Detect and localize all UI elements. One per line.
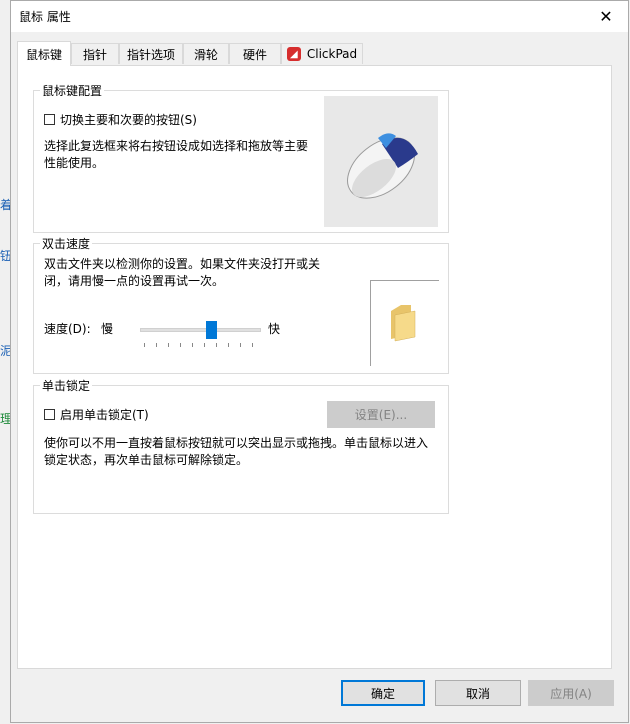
- group-title: 鼠标键配置: [40, 82, 105, 99]
- slider-tick: [240, 343, 241, 347]
- edge-char-1: 着: [0, 198, 10, 212]
- window-title: 鼠标 属性: [19, 10, 71, 24]
- button-label: 确定: [370, 686, 395, 701]
- tab-label: 指针选项: [126, 47, 175, 62]
- close-button[interactable]: ✕: [584, 1, 628, 32]
- apply-button[interactable]: 应用(A): [528, 680, 614, 706]
- fast-label: 快: [268, 322, 281, 336]
- tab-clickpad[interactable]: ◢ ClickPad: [281, 43, 363, 64]
- test-folder-area[interactable]: [370, 280, 439, 366]
- group-title: 单击锁定: [40, 377, 93, 394]
- background-window-edge: 着 钮 泥 理: [0, 30, 10, 724]
- slider-tick: [180, 343, 181, 347]
- tab-wheel[interactable]: 滑轮: [183, 43, 229, 64]
- title-bar: 鼠标 属性 ✕: [11, 1, 628, 32]
- mouse-illustration-icon: [347, 133, 418, 199]
- switch-buttons-checkbox[interactable]: 切换主要和次要的按钮(S): [44, 111, 197, 128]
- slider-tick: [252, 343, 253, 347]
- edge-char-2: 钮: [0, 249, 10, 263]
- button-config-description: 选择此复选框来将右按钮设成如选择和拖放等主要性能使用。: [44, 139, 309, 170]
- button-label: 取消: [465, 686, 490, 701]
- slider-thumb[interactable]: [206, 321, 217, 339]
- slow-label: 慢: [101, 322, 114, 336]
- cancel-button[interactable]: 取消: [435, 680, 521, 706]
- close-icon: ✕: [599, 7, 613, 26]
- slider-tick: [168, 343, 169, 347]
- slider-track[interactable]: [140, 328, 261, 332]
- tab-buttons[interactable]: 鼠标键: [17, 41, 71, 66]
- click-lock-checkbox[interactable]: 启用单击锁定(T): [44, 406, 149, 423]
- slider-tick: [216, 343, 217, 347]
- ok-button[interactable]: 确定: [341, 680, 425, 706]
- mouse-properties-dialog: 鼠标 属性 ✕ 鼠标键 指针 指针选项 滑轮 硬件 ◢ ClickPad 鼠标键…: [10, 0, 629, 723]
- checkbox-box[interactable]: [44, 114, 55, 125]
- slider-tick: [144, 343, 145, 347]
- speed-label: 速度(D):: [44, 322, 91, 336]
- button-label: 应用(A): [550, 686, 592, 701]
- checkbox-label: 切换主要和次要的按钮(S): [60, 113, 197, 127]
- folder-icon[interactable]: [371, 281, 439, 366]
- double-click-description: 双击文件夹以检测你的设置。如果文件夹没打开或关闭，请用慢一点的设置再试一次。: [44, 257, 321, 288]
- group-click-lock: 单击锁定 启用单击锁定(T) 设置(E)... 使你可以不用一直按着鼠标按钮就可…: [33, 377, 449, 514]
- tab-pointers[interactable]: 指针: [71, 43, 119, 64]
- tab-label: 滑轮: [193, 47, 218, 62]
- click-lock-settings-button[interactable]: 设置(E)...: [327, 401, 435, 428]
- tab-label: 硬件: [242, 47, 267, 62]
- mouse-image: [324, 96, 438, 227]
- slider-tick: [192, 343, 193, 347]
- click-lock-description: 使你可以不用一直按着鼠标按钮就可以突出显示或拖拽。单击鼠标以进入锁定状态，再次单…: [44, 436, 429, 467]
- slider-tick: [204, 343, 205, 347]
- slider-tick: [156, 343, 157, 347]
- tab-label: 鼠标键: [25, 47, 62, 62]
- checkbox-box[interactable]: [44, 409, 55, 420]
- tab-label: ClickPad: [306, 47, 358, 61]
- edge-char-3: 泥: [0, 344, 10, 358]
- tab-label: 指针: [82, 47, 107, 62]
- group-title: 双击速度: [40, 235, 93, 252]
- tab-hardware[interactable]: 硬件: [229, 43, 281, 64]
- checkbox-label: 启用单击锁定(T): [60, 408, 149, 422]
- slider-tick: [228, 343, 229, 347]
- tab-pointer-options[interactable]: 指针选项: [119, 43, 183, 64]
- group-button-config: 鼠标键配置 切换主要和次要的按钮(S) 选择此复选框来将右按钮设成如选择和拖放等…: [33, 82, 449, 233]
- button-label: 设置(E)...: [354, 408, 408, 422]
- clickpad-icon: ◢: [286, 47, 301, 61]
- group-double-click-speed: 双击速度 双击文件夹以检测你的设置。如果文件夹没打开或关闭，请用慢一点的设置再试…: [33, 235, 449, 374]
- tab-panel-buttons: 鼠标键配置 切换主要和次要的按钮(S) 选择此复选框来将右按钮设成如选择和拖放等…: [17, 65, 612, 669]
- edge-char-4: 理: [0, 412, 10, 426]
